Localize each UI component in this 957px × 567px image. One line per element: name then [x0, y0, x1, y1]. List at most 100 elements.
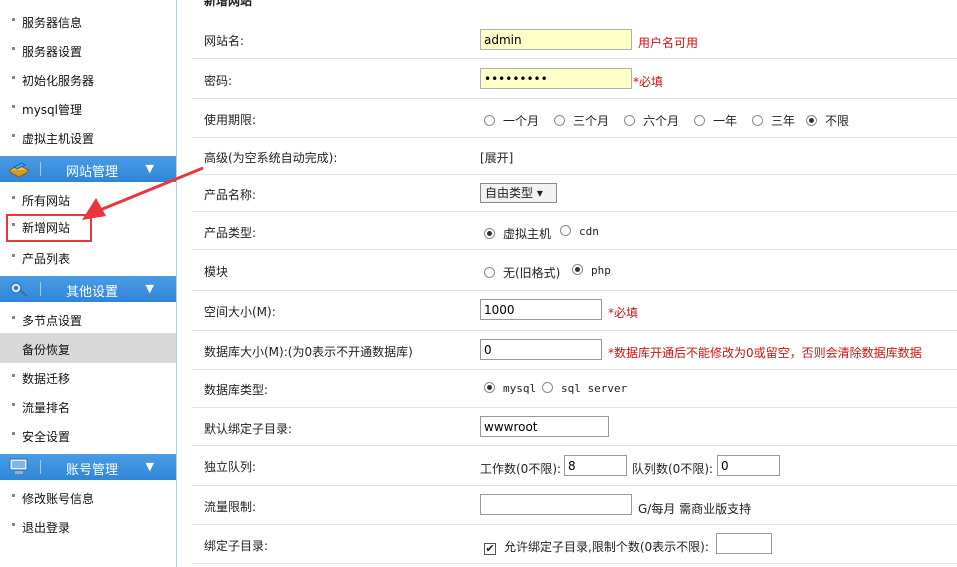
separator — [40, 162, 41, 176]
module-php[interactable]: php — [572, 264, 611, 277]
section-header-site[interactable]: 网站管理 ▼ — [0, 156, 176, 182]
book-icon — [8, 162, 30, 177]
period-label: 使用期限: — [204, 113, 257, 127]
main-form: 新增网站 网站名: 用户名可用 密码: *必填 使用期限: 一个月 三个月 六个… — [192, 0, 957, 567]
db-type-mysql[interactable]: mysql — [484, 382, 536, 395]
sidebar-item-label: 修改账号信息 — [22, 492, 95, 506]
traffic-label: 流量限制: — [204, 500, 257, 514]
password-label: 密码: — [204, 74, 233, 88]
row-advanced: 高级(为空系统自动完成): [展开] — [192, 138, 957, 175]
product-type-cdn[interactable]: cdn — [560, 225, 599, 238]
queue-label: 独立队列: — [204, 460, 257, 474]
chevron-down-icon: ▼ — [145, 460, 154, 473]
period-option-unlimited[interactable]: 不限 — [806, 112, 849, 129]
section-label: 网站管理 — [66, 165, 119, 180]
section-header-account[interactable]: 账号管理 ▼ — [0, 454, 176, 480]
chevron-down-icon: ▼ — [145, 282, 154, 295]
sidebar-item-traffic-rank[interactable]: 流量排名 — [0, 394, 176, 423]
default-dir-label: 默认绑定子目录: — [204, 422, 293, 436]
bind-dir-limit-input[interactable] — [716, 533, 772, 554]
module-label: 模块 — [204, 265, 229, 279]
sidebar-item-label: 新增网站 — [22, 221, 71, 235]
sidebar-item-label: 初始化服务器 — [22, 74, 95, 88]
radio-icon — [484, 115, 495, 126]
bullet-icon — [12, 47, 15, 50]
radio-icon — [554, 115, 565, 126]
bullet-icon — [12, 523, 15, 526]
bind-dir-checkbox[interactable]: ✔ 允许绑定子目录,限制个数(0表示不限): — [484, 538, 709, 555]
sidebar-item-logout[interactable]: 退出登录 — [0, 514, 176, 543]
row-password: 密码: *必填 — [192, 59, 957, 99]
password-input[interactable] — [480, 68, 632, 89]
radio-icon — [560, 225, 571, 236]
bullet-icon — [12, 134, 15, 137]
expand-link[interactable]: [展开] — [480, 149, 513, 166]
period-option-6m[interactable]: 六个月 — [624, 112, 679, 129]
traffic-input[interactable] — [480, 494, 632, 515]
sidebar-item-product-list[interactable]: 产品列表 — [0, 245, 176, 274]
space-required: *必填 — [608, 306, 639, 320]
space-input[interactable] — [480, 299, 602, 320]
section-header-other[interactable]: 其他设置 ▼ — [0, 276, 176, 302]
sidebar-item-backup-restore[interactable]: 备份恢复 — [0, 333, 176, 363]
sidebar-item-label: 虚拟主机设置 — [22, 132, 95, 146]
sidebar-item-vhost-settings[interactable]: 虚拟主机设置 — [0, 125, 176, 154]
advanced-label: 高级(为空系统自动完成): — [204, 151, 338, 165]
bullet-icon — [12, 196, 15, 199]
queues-label: 队列数(0不限): — [632, 462, 714, 476]
sidebar-item-init-server[interactable]: 初始化服务器 — [0, 67, 176, 96]
bullet-icon — [12, 223, 15, 226]
period-option-3y[interactable]: 三年 — [752, 112, 795, 129]
sidebar-item-label: 数据迁移 — [22, 372, 71, 386]
sidebar-item-label: 备份恢复 — [22, 343, 71, 357]
section-label: 账号管理 — [66, 463, 119, 478]
form-title: 新增网站 — [204, 0, 253, 8]
section-label: 其他设置 — [66, 285, 119, 300]
site-name-input[interactable] — [480, 29, 632, 50]
row-db-type: 数据库类型: mysql sql server — [192, 370, 957, 408]
checkbox-checked-icon: ✔ — [484, 542, 496, 555]
sidebar-item-label: mysql管理 — [22, 103, 82, 117]
sidebar-item-all-sites[interactable]: 所有网站 — [0, 187, 176, 216]
chevron-down-icon: ▼ — [145, 162, 154, 175]
bullet-icon — [12, 254, 15, 257]
radio-icon — [484, 267, 495, 278]
product-name-select[interactable]: 自由类型 ▾ — [480, 183, 557, 203]
sidebar-item-label: 安全设置 — [22, 430, 71, 444]
product-type-vhost[interactable]: 虚拟主机 — [484, 225, 551, 242]
sidebar-item-edit-account[interactable]: 修改账号信息 — [0, 485, 176, 514]
sidebar-item-data-migration[interactable]: 数据迁移 — [0, 365, 176, 394]
workers-input[interactable] — [564, 455, 627, 476]
sidebar: 服务器信息 服务器设置 初始化服务器 mysql管理 虚拟主机设置 网站管理 ▼… — [0, 0, 177, 567]
bullet-icon — [12, 316, 15, 319]
db-size-input[interactable] — [480, 339, 602, 360]
queues-input[interactable] — [717, 455, 780, 476]
radio-selected-icon — [484, 228, 495, 239]
default-dir-input[interactable] — [480, 416, 609, 437]
row-product-type: 产品类型: 虚拟主机 cdn — [192, 212, 957, 250]
db-type-sqlserver[interactable]: sql server — [542, 382, 627, 395]
row-module: 模块 无(旧格式) php — [192, 250, 957, 291]
sidebar-item-server-settings[interactable]: 服务器设置 — [0, 38, 176, 67]
radio-icon — [624, 115, 635, 126]
sidebar-item-multi-node[interactable]: 多节点设置 — [0, 307, 176, 336]
password-required: *必填 — [633, 75, 664, 89]
row-period: 使用期限: 一个月 三个月 六个月 一年 三年 不限 — [192, 99, 957, 138]
site-name-status: 用户名可用 — [638, 36, 699, 50]
module-none[interactable]: 无(旧格式) — [484, 264, 560, 281]
radio-icon — [694, 115, 705, 126]
sidebar-item-label: 多节点设置 — [22, 314, 83, 328]
sidebar-item-security[interactable]: 安全设置 — [0, 423, 176, 452]
sidebar-item-mysql[interactable]: mysql管理 — [0, 96, 176, 125]
period-option-3m[interactable]: 三个月 — [554, 112, 609, 129]
period-option-1m[interactable]: 一个月 — [484, 112, 539, 129]
product-type-label: 产品类型: — [204, 226, 257, 240]
sidebar-item-label: 产品列表 — [22, 252, 71, 266]
sidebar-item-label: 所有网站 — [22, 194, 71, 208]
site-name-label: 网站名: — [204, 34, 245, 48]
sidebar-item-add-site[interactable]: 新增网站 — [6, 214, 92, 242]
bind-dir-label: 绑定子目录: — [204, 539, 269, 553]
sidebar-item-server-info[interactable]: 服务器信息 — [0, 9, 176, 38]
period-option-1y[interactable]: 一年 — [694, 112, 737, 129]
row-bind-dir: 绑定子目录: ✔ 允许绑定子目录,限制个数(0表示不限): — [192, 525, 957, 564]
